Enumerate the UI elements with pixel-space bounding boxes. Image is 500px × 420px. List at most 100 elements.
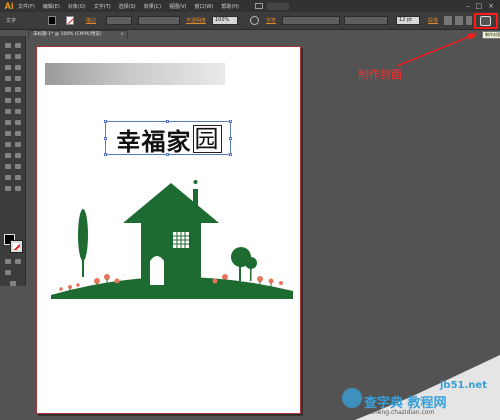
hand-tool-icon[interactable]	[4, 185, 12, 192]
eyedropper-tool-icon[interactable]	[4, 152, 12, 159]
variable-width-dropdown[interactable]	[138, 16, 180, 25]
menu-bar: Ai 文件(F) 编辑(E) 对象(O) 文字(T) 选择(S) 效果(C) 视…	[0, 0, 500, 12]
paintbrush-tool-icon[interactable]	[4, 86, 12, 93]
zoom-tool-icon[interactable]	[14, 185, 22, 192]
watermark-logo-icon	[342, 388, 362, 408]
selection-handle[interactable]	[229, 137, 232, 140]
watermark-url: jiaocheng.chazidian.com	[360, 409, 435, 416]
menu-file[interactable]: 文件(F)	[18, 3, 35, 10]
mesh-tool-icon[interactable]	[4, 141, 12, 148]
selection-handle[interactable]	[104, 120, 107, 123]
arrange-documents-dropdown[interactable]	[267, 2, 289, 10]
stroke-weight-dropdown[interactable]	[106, 16, 132, 25]
menu-select[interactable]: 选择(S)	[119, 3, 136, 10]
house-window	[173, 232, 189, 248]
paragraph-link[interactable]: 段落	[428, 17, 438, 24]
rectangle-tool-icon[interactable]	[14, 75, 22, 82]
none-mode-icon[interactable]	[14, 258, 22, 265]
title-last-char: 园	[192, 125, 222, 153]
menu-effect[interactable]: 效果(C)	[144, 3, 161, 10]
selection-handle[interactable]	[229, 120, 232, 123]
color-mode-icon[interactable]	[4, 258, 12, 265]
recolor-icon[interactable]	[250, 16, 259, 25]
artboard-tool-icon[interactable]	[4, 174, 12, 181]
selection-handle[interactable]	[104, 153, 107, 156]
column-graph-tool-icon[interactable]	[14, 163, 22, 170]
selection-handle[interactable]	[229, 153, 232, 156]
house-illustration[interactable]	[45, 177, 295, 299]
annotation-label: 制作封面	[358, 68, 402, 81]
menu-window[interactable]: 窗口(W)	[194, 3, 213, 10]
symbol-sprayer-tool-icon[interactable]	[4, 163, 12, 170]
title-selection-box[interactable]: 幸福家园	[104, 120, 232, 156]
close-window-icon[interactable]: ×	[488, 2, 494, 10]
gradient-tool-icon[interactable]	[14, 141, 22, 148]
eraser-tool-icon[interactable]	[14, 97, 22, 104]
artwork-title: 幸福家园	[106, 122, 232, 156]
bridge-icon[interactable]	[255, 3, 263, 9]
rotate-tool-icon[interactable]	[4, 108, 12, 115]
selection-handle[interactable]	[104, 137, 107, 140]
slice-tool-icon[interactable]	[14, 174, 22, 181]
menu-edit[interactable]: 编辑(E)	[43, 3, 60, 10]
watermark-site: jb51.net	[440, 380, 487, 391]
gray-gradient-rectangle[interactable]	[45, 63, 225, 85]
pencil-tool-icon[interactable]	[14, 86, 22, 93]
perspective-grid-tool-icon[interactable]	[14, 130, 22, 137]
stroke-color-swatch[interactable]	[66, 16, 74, 25]
maximize-icon[interactable]: □	[476, 2, 483, 10]
line-tool-icon[interactable]	[4, 75, 12, 82]
scale-tool-icon[interactable]	[14, 108, 22, 115]
house-door	[150, 256, 164, 285]
selection-handle[interactable]	[166, 153, 169, 156]
align-center-icon[interactable]	[455, 16, 463, 25]
magic-wand-tool-icon[interactable]	[4, 53, 12, 60]
stroke-swatch[interactable]	[10, 240, 23, 253]
menu-view[interactable]: 视图(V)	[169, 3, 186, 10]
width-tool-icon[interactable]	[4, 119, 12, 126]
mode-label: 文字	[6, 18, 17, 24]
chimney-smoke	[193, 180, 198, 184]
menu-type[interactable]: 文字(T)	[94, 3, 111, 10]
artboard[interactable]: 幸福家园	[36, 46, 301, 414]
opacity-field[interactable]: 100%	[212, 16, 238, 25]
menu-object[interactable]: 对象(O)	[68, 3, 86, 10]
selection-handle[interactable]	[166, 120, 169, 123]
fill-color-swatch[interactable]	[48, 16, 56, 25]
opacity-link[interactable]: 不透明度	[186, 17, 206, 24]
right-tree-trunk	[239, 265, 241, 281]
selection-tool-icon[interactable]	[4, 42, 12, 49]
align-left-icon[interactable]	[444, 16, 452, 25]
left-tree-trunk	[82, 257, 84, 277]
screen-mode-icon[interactable]	[9, 280, 17, 287]
free-transform-tool-icon[interactable]	[14, 119, 22, 126]
annotation-arrow	[396, 33, 477, 67]
title-main: 幸福家	[116, 127, 192, 156]
chimney	[193, 189, 198, 209]
stroke-link[interactable]: 描边	[86, 17, 96, 24]
align-right-icon[interactable]	[466, 16, 472, 25]
lasso-tool-icon[interactable]	[14, 53, 22, 60]
shape-builder-tool-icon[interactable]	[4, 130, 12, 137]
menu-help[interactable]: 帮助(H)	[221, 3, 239, 10]
drawing-mode-icon[interactable]	[4, 269, 12, 276]
pen-tool-icon[interactable]	[4, 64, 12, 71]
font-family-dropdown[interactable]	[282, 16, 340, 25]
minimize-icon[interactable]: –	[466, 2, 470, 10]
character-link[interactable]: 字符	[266, 17, 276, 24]
font-style-dropdown[interactable]	[344, 16, 388, 25]
right-tree-trunk-small	[250, 267, 252, 281]
tab-title: 未标题-1* @ 100% (CMYK/预览)	[33, 32, 102, 37]
type-tool-icon[interactable]	[14, 64, 22, 71]
document-tab[interactable]: 未标题-1* @ 100% (CMYK/预览) ×	[28, 30, 128, 39]
app-logo: Ai	[4, 1, 14, 11]
make-cover-icon[interactable]	[480, 16, 491, 26]
direct-selection-tool-icon[interactable]	[14, 42, 22, 49]
left-tree-canopy	[78, 209, 88, 261]
tools-panel	[0, 36, 26, 286]
font-size-field[interactable]: 12 pt	[396, 16, 420, 25]
blob-brush-tool-icon[interactable]	[4, 97, 12, 104]
tab-close-icon[interactable]: ×	[120, 31, 124, 39]
window-controls: – □ ×	[466, 2, 494, 10]
blend-tool-icon[interactable]	[14, 152, 22, 159]
